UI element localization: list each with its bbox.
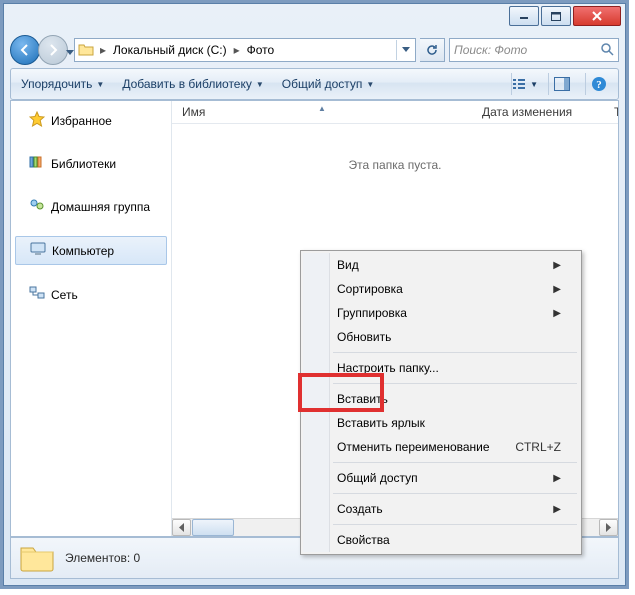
chevron-right-icon: ▶ [553,308,561,319]
search-icon [600,42,614,59]
explorer-window: ▸ Локальный диск (C:) ▸ Фото Поиск: Фото… [3,3,626,586]
ctx-label: Создать [337,502,383,516]
nav-buttons [10,35,70,65]
maximize-button[interactable] [541,6,571,26]
ctx-label: Вставить ярлык [337,416,425,430]
scroll-left-button[interactable] [172,519,191,536]
ctx-customize[interactable]: Настроить папку... [303,356,579,380]
sidebar-item-favorites[interactable]: Избранное [11,107,171,134]
star-icon [29,111,45,130]
navbar: ▸ Локальный диск (C:) ▸ Фото Поиск: Фото [10,34,619,66]
chevron-down-icon: ▼ [530,80,538,89]
ctx-label: Сортировка [337,282,403,296]
column-label: Дата изменения [482,105,572,119]
close-button[interactable] [573,6,621,26]
sidebar-item-libraries[interactable]: Библиотеки [11,150,171,177]
column-label: Тип [614,105,618,119]
column-label: Имя [182,105,205,119]
titlebar [4,4,625,34]
chevron-right-icon: ▶ [553,260,561,271]
breadcrumb-seg2[interactable]: Фото [243,40,279,60]
ctx-label: Отменить переименование [337,440,490,454]
scroll-thumb[interactable] [192,519,234,536]
column-headers: Имя ▲ Дата изменения Тип [172,101,618,124]
ctx-label: Вид [337,258,359,272]
column-type[interactable]: Тип [604,105,618,119]
help-button[interactable]: ? [585,73,612,95]
chevron-down-icon: ▼ [96,80,104,89]
chevron-down-icon: ▼ [366,80,374,89]
preview-pane-button[interactable] [548,73,575,95]
libraries-icon [29,154,45,173]
scroll-right-button[interactable] [599,519,618,536]
sidebar-item-label: Компьютер [52,244,114,258]
sidebar-item-label: Избранное [51,114,112,128]
organize-label: Упорядочить [21,77,92,91]
share-label: Общий доступ [282,77,363,91]
ctx-properties[interactable]: Свойства [303,528,579,552]
folder-icon [19,542,55,575]
ctx-label: Общий доступ [337,471,418,485]
chevron-right-icon: ▸ [231,43,243,57]
share-menu[interactable]: Общий доступ ▼ [278,75,379,93]
ctx-label: Обновить [337,330,391,344]
back-button[interactable] [10,35,40,65]
column-date[interactable]: Дата изменения [472,105,604,119]
ctx-paste[interactable]: Вставить [303,387,579,411]
context-menu: Вид ▶ Сортировка ▶ Группировка ▶ Обновить Н… [300,250,582,555]
ctx-label: Свойства [337,533,390,547]
ctx-refresh[interactable]: Обновить [303,325,579,349]
add-to-library-label: Добавить в библиотеку [122,77,252,91]
ctx-share[interactable]: Общий доступ ▶ [303,466,579,490]
sidebar-item-homegroup[interactable]: Домашняя группа [11,193,171,220]
ctx-new[interactable]: Создать ▶ [303,497,579,521]
forward-button[interactable] [38,35,68,65]
network-icon [29,285,45,304]
breadcrumb-seg1[interactable]: Локальный диск (C:) [109,40,231,60]
homegroup-icon [29,197,45,216]
address-bar[interactable]: ▸ Локальный диск (C:) ▸ Фото [74,38,416,62]
folder-icon [75,40,97,60]
toolbar: Упорядочить ▼ Добавить в библиотеку ▼ Об… [10,68,619,100]
ctx-view[interactable]: Вид ▶ [303,253,579,277]
sidebar-item-network[interactable]: Сеть [11,281,171,308]
view-options-button[interactable]: ▼ [511,73,538,95]
column-name[interactable]: Имя ▲ [172,105,472,119]
ctx-label: Настроить папку... [337,361,439,375]
svg-text:?: ? [596,79,602,91]
nav-history-dropdown[interactable] [66,45,76,55]
chevron-right-icon: ▶ [553,504,561,515]
ctx-sort[interactable]: Сортировка ▶ [303,277,579,301]
chevron-right-icon: ▸ [97,43,109,57]
organize-menu[interactable]: Упорядочить ▼ [17,75,108,93]
address-dropdown[interactable] [396,40,415,60]
empty-folder-message: Эта папка пуста. [172,158,618,172]
search-input[interactable]: Поиск: Фото [449,38,619,62]
ctx-label: Вставить [337,392,388,406]
search-placeholder: Поиск: Фото [454,43,527,57]
sidebar-item-label: Библиотеки [51,157,116,171]
sidebar-item-label: Сеть [51,288,78,302]
refresh-button[interactable] [420,38,445,62]
chevron-down-icon: ▼ [256,80,264,89]
ctx-shortcut: CTRL+Z [515,440,561,454]
add-to-library-menu[interactable]: Добавить в библиотеку ▼ [118,75,267,93]
chevron-right-icon: ▶ [553,473,561,484]
sidebar: Избранное Библиотеки Домашняя группа Ком… [11,101,172,536]
chevron-right-icon: ▶ [553,284,561,295]
ctx-group[interactable]: Группировка ▶ [303,301,579,325]
minimize-button[interactable] [509,6,539,26]
status-items-count: Элементов: 0 [65,551,140,565]
ctx-paste-shortcut[interactable]: Вставить ярлык [303,411,579,435]
ctx-undo-rename[interactable]: Отменить переименование CTRL+Z [303,435,579,459]
computer-icon [30,241,46,260]
sidebar-item-label: Домашняя группа [51,200,150,214]
ctx-label: Группировка [337,306,407,320]
sort-asc-icon: ▲ [318,104,326,113]
sidebar-item-computer[interactable]: Компьютер [15,236,167,265]
